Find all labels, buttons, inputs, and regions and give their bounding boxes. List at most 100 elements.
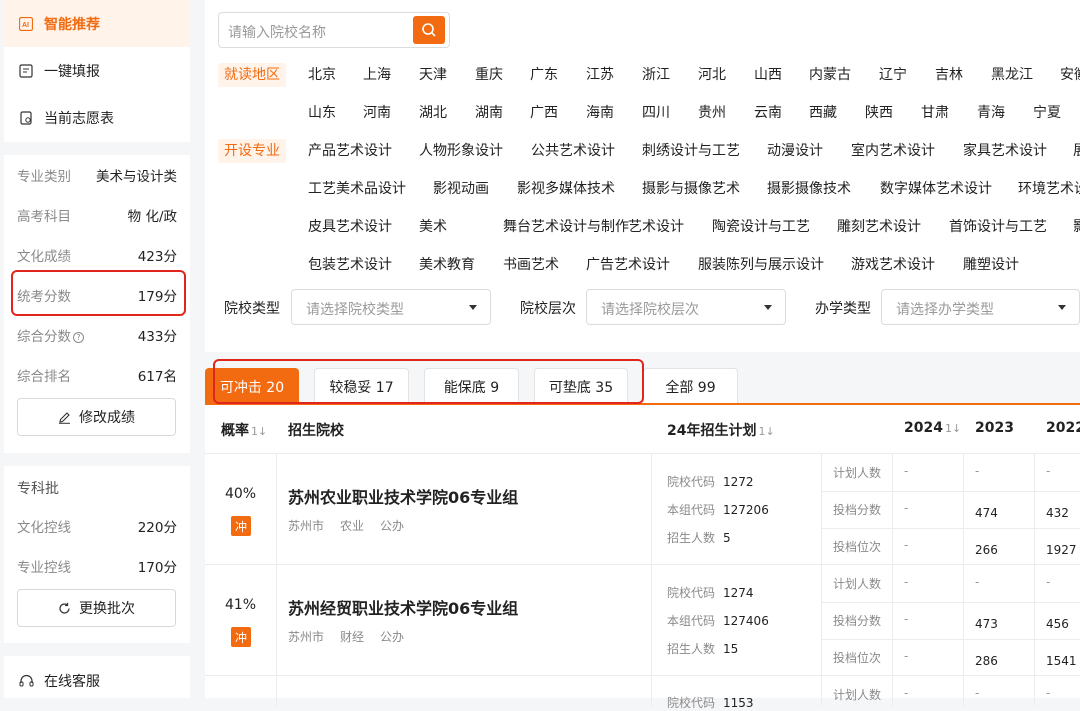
sort-icon[interactable]: 1↓ (758, 425, 774, 438)
sort-icon[interactable]: 1↓ (945, 422, 961, 435)
region-option[interactable]: 云南 (754, 103, 782, 123)
probability-cell: 40% 冲 (205, 454, 276, 565)
major-option[interactable]: 公共艺术设计 (531, 141, 615, 161)
region-option[interactable]: 四川 (642, 103, 670, 123)
region-option[interactable]: 北京 (308, 65, 336, 85)
nav-one-click-fill[interactable]: 一键填报 (4, 47, 190, 94)
region-option[interactable]: 山东 (308, 103, 336, 123)
nav-smart-recommend[interactable]: AI 智能推荐 (4, 0, 190, 47)
region-option[interactable]: 贵州 (698, 103, 726, 123)
major-option[interactable]: 家具艺术设计 (963, 141, 1047, 161)
col-plan[interactable]: 24年招生计划 1↓ (667, 420, 775, 440)
school-name[interactable]: 苏州农业职业技术学院06专业组 (288, 484, 518, 508)
major-option[interactable]: 游戏艺术设计 (851, 255, 935, 275)
region-option[interactable]: 陕西 (865, 103, 893, 123)
region-option[interactable]: 吉林 (935, 65, 963, 85)
major-option[interactable]: 展 (1073, 141, 1080, 161)
school-type-select[interactable]: 请选择院校类型 (291, 289, 491, 325)
region-option[interactable]: 海南 (586, 103, 614, 123)
major-option[interactable]: 影 (1073, 217, 1080, 237)
table-row[interactable]: 41% 冲 苏州经贸职业技术学院06专业组 苏州市 财经 公办 院校代码 1274 本组代码 12… (205, 564, 1080, 676)
major-option[interactable]: 影视动画 (433, 179, 489, 199)
region-option[interactable]: 辽宁 (879, 65, 907, 85)
search-input[interactable]: 请输入院校名称 (228, 22, 326, 42)
region-option[interactable]: 上海 (363, 65, 391, 85)
profile-row: 文化成绩 423分 (17, 249, 177, 265)
major-option[interactable]: 服装陈列与展示设计 (698, 255, 824, 275)
plan-value: 5 (723, 531, 731, 545)
region-option[interactable]: 广东 (530, 65, 558, 85)
school-name[interactable]: 苏州经贸职业技术学院06专业组 (288, 595, 518, 619)
major-option[interactable]: 广告艺术设计 (586, 255, 670, 275)
col-2024[interactable]: 2024 1↓ (904, 420, 961, 436)
column-divider (821, 454, 822, 565)
service-card[interactable]: 在线客服 (4, 656, 190, 698)
region-option[interactable]: 湖南 (475, 103, 503, 123)
region-option[interactable]: 西藏 (809, 103, 837, 123)
major-option[interactable]: 摄影摄像技术 (767, 179, 851, 199)
online-service-button[interactable]: 在线客服 (4, 656, 190, 706)
search-button[interactable] (413, 16, 445, 44)
column-divider (963, 565, 964, 676)
major-option[interactable]: 艺术设计 (628, 217, 684, 237)
region-option[interactable]: 宁夏 (1033, 103, 1061, 123)
major-option[interactable]: 雕刻艺术设计 (837, 217, 921, 237)
major-option[interactable]: 影视多媒体技术 (517, 179, 615, 199)
rush-badge: 冲 (231, 516, 251, 536)
region-option[interactable]: 重庆 (475, 65, 503, 85)
edit-score-button[interactable]: 修改成绩 (17, 398, 176, 436)
major-option[interactable]: 产品艺术设计 (308, 141, 392, 161)
major-option[interactable]: 数字媒体艺术设计 (880, 179, 992, 199)
col-probability[interactable]: 概率 1↓ (221, 420, 267, 440)
major-option[interactable]: 陶瓷设计与工艺 (712, 217, 810, 237)
region-option[interactable]: 河北 (698, 65, 726, 85)
major-option[interactable]: 雕塑设计 (963, 255, 1019, 275)
column-divider (276, 454, 277, 565)
major-option[interactable]: 人物形象设计 (419, 141, 503, 161)
major-option[interactable]: 美术 (419, 217, 447, 237)
region-option[interactable]: 河南 (363, 103, 391, 123)
major-option[interactable]: 刺绣设计与工艺 (642, 141, 740, 161)
year-value-y2022: 432 (1046, 506, 1069, 520)
table-row[interactable]: 40% 冲 苏州农业职业技术学院06专业组 苏州市 农业 公办 院校代码 1272 本组代码 12… (205, 453, 1080, 565)
region-option[interactable]: 浙江 (642, 65, 670, 85)
help-icon[interactable]: ? (73, 332, 84, 343)
major-option[interactable]: 动漫设计 (767, 141, 823, 161)
row-subdivider (821, 491, 1080, 492)
tab-all[interactable]: 全部 99 (643, 368, 738, 404)
major-option[interactable]: 皮具艺术设计 (308, 217, 392, 237)
region-option[interactable]: 甘肃 (921, 103, 949, 123)
region-option[interactable]: 内蒙古 (809, 65, 851, 85)
year-value-y2023: 474 (975, 506, 998, 520)
column-divider (963, 454, 964, 565)
region-option[interactable]: 江苏 (586, 65, 614, 85)
table-row[interactable]: 院校代码 1153 计划人数 - - - (205, 675, 1080, 710)
major-option[interactable]: 书画艺术 (503, 255, 559, 275)
switch-batch-button[interactable]: 更换批次 (17, 589, 176, 627)
region-option[interactable]: 湖北 (419, 103, 447, 123)
school-level-select[interactable]: 请选择院校层次 (586, 289, 786, 325)
major-option[interactable]: 首饰设计与工艺 (949, 217, 1047, 237)
tabs-highlight (213, 359, 644, 404)
region-option[interactable]: 安徽 (1060, 65, 1080, 85)
major-option[interactable]: 室内艺术设计 (851, 141, 935, 161)
year-value-y2023: - (975, 575, 980, 589)
major-option[interactable]: 环境艺术设 (1018, 179, 1080, 199)
region-option[interactable]: 广西 (530, 103, 558, 123)
major-option[interactable]: 包装艺术设计 (308, 255, 392, 275)
region-option[interactable]: 天津 (419, 65, 447, 85)
region-option[interactable]: 黑龙江 (991, 65, 1033, 85)
sidebar: AI 智能推荐 一键填报 当前志愿表 专业类别 美术与设计类 高考科目物 化/政 … (0, 0, 190, 698)
year-value-y2024: - (904, 464, 909, 478)
major-option[interactable]: 舞台艺术设计与制作 (503, 217, 629, 237)
year-value-y2023: 286 (975, 654, 998, 668)
major-option[interactable]: 工艺美术品设计 (308, 179, 406, 199)
region-option[interactable]: 青海 (977, 103, 1005, 123)
major-option[interactable]: 摄影与摄像艺术 (642, 179, 740, 199)
plan-key: 本组代码 (667, 614, 716, 628)
major-option[interactable]: 美术教育 (419, 255, 475, 275)
ownership-type-select[interactable]: 请选择办学类型 (881, 289, 1080, 325)
nav-current-wishlist[interactable]: 当前志愿表 (4, 94, 190, 141)
region-option[interactable]: 山西 (754, 65, 782, 85)
sort-icon[interactable]: 1↓ (251, 425, 267, 438)
